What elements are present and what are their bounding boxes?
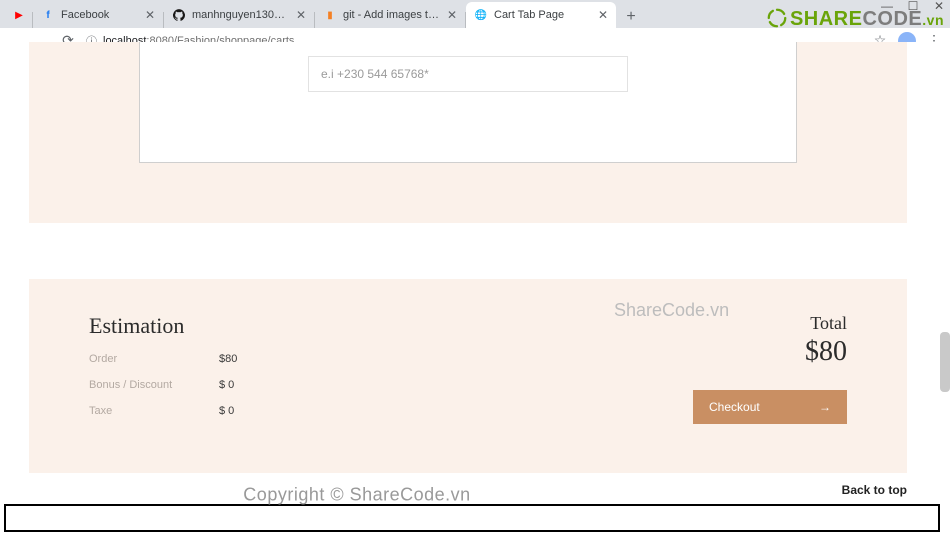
checkout-label: Checkout <box>709 400 760 414</box>
logo-share: SHARE <box>790 8 863 30</box>
logo-swirl-icon <box>766 7 788 29</box>
facebook-icon: f <box>41 8 55 22</box>
new-tab-button[interactable]: + <box>620 6 642 28</box>
tab-label: Facebook <box>61 9 139 21</box>
tab-facebook[interactable]: f Facebook ✕ <box>33 2 163 28</box>
watermark-center: ShareCode.vn <box>614 300 729 321</box>
total-label: Total <box>810 313 847 334</box>
tab-label: git - Add images to README.md <box>343 9 441 21</box>
tab-label: manhnguyen130399/WebSpring <box>192 9 290 21</box>
shipping-panel: e.i +230 544 65768* <box>29 42 907 223</box>
tab-github[interactable]: manhnguyen130399/WebSpring ✕ <box>164 2 314 28</box>
scrollbar-thumb[interactable] <box>940 332 950 392</box>
checkout-button[interactable]: Checkout → <box>693 390 847 424</box>
total-value: $80 <box>805 336 847 368</box>
row-label: Order <box>89 353 219 365</box>
shipping-form: e.i +230 544 65768* <box>139 42 797 163</box>
github-icon <box>172 8 186 22</box>
tab-stackoverflow[interactable]: ▮ git - Add images to README.md ✕ <box>315 2 465 28</box>
globe-icon: 🌐 <box>474 8 488 22</box>
estimation-row-bonus: Bonus / Discount $ 0 <box>89 379 237 391</box>
logo-tld: .vn <box>922 12 944 28</box>
estimation-row-taxe: Taxe $ 0 <box>89 405 237 417</box>
tab-cart[interactable]: 🌐 Cart Tab Page ✕ <box>466 2 616 28</box>
close-icon[interactable]: ✕ <box>145 8 155 22</box>
estimation-row-order: Order $80 <box>89 353 237 365</box>
close-icon[interactable]: ✕ <box>296 8 306 22</box>
close-icon[interactable]: ✕ <box>598 8 608 22</box>
arrow-right-icon: → <box>819 400 831 414</box>
youtube-icon: ▶ <box>12 8 26 22</box>
close-icon[interactable]: ✕ <box>447 8 457 22</box>
page-viewport: e.i +230 544 65768* Estimation Order $80… <box>0 42 950 522</box>
sharecode-logo: SHARECODE.vn <box>766 7 944 31</box>
tab-label: Cart Tab Page <box>494 9 592 21</box>
stackoverflow-icon: ▮ <box>323 8 337 22</box>
row-value: $80 <box>219 353 237 365</box>
estimation-panel: Estimation Order $80 Bonus / Discount $ … <box>29 279 907 473</box>
tab-youtube[interactable]: ▶ <box>6 2 32 28</box>
logo-code: CODE <box>862 8 922 30</box>
estimation-title: Estimation <box>89 313 237 339</box>
copyright-footer <box>4 504 940 532</box>
copyright-text: Copyright © ShareCode.vn <box>243 485 470 506</box>
row-value: $ 0 <box>219 379 234 391</box>
row-label: Taxe <box>89 405 219 417</box>
row-label: Bonus / Discount <box>89 379 219 391</box>
row-value: $ 0 <box>219 405 234 417</box>
phone-input[interactable]: e.i +230 544 65768* <box>308 56 628 92</box>
